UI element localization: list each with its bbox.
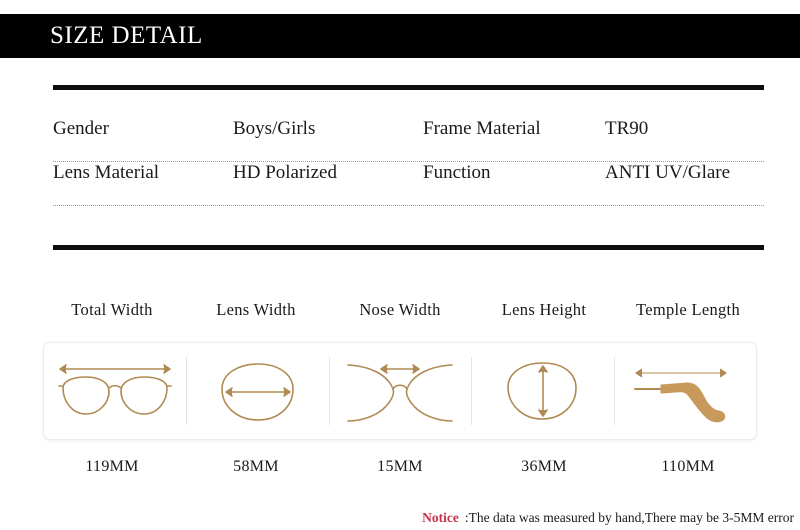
- notice-keyword: Notice: [422, 510, 459, 525]
- table-row: Gender Boys/Girls Frame Material TR90: [53, 118, 764, 162]
- measurement-value-lens-height: 36MM: [521, 458, 567, 475]
- diagram-cell-temple-length: [613, 343, 756, 439]
- spec-value: ANTI UV/Glare: [605, 162, 731, 183]
- spec-table: Gender Boys/Girls Frame Material TR90 Le…: [53, 118, 764, 206]
- measurement-labels-row: Total Width Lens Width Nose Width Lens H…: [40, 300, 760, 320]
- measurement-label-total-width: Total Width: [71, 300, 153, 319]
- measurement-label-nose-width: Nose Width: [359, 300, 441, 319]
- nose-bridge-width-icon: [347, 364, 453, 422]
- measurement-label-lens-width: Lens Width: [216, 300, 296, 319]
- notice: Notice :The data was measured by hand,The…: [422, 510, 794, 526]
- spec-label: Gender: [53, 118, 109, 139]
- spec-label: Frame Material: [423, 118, 541, 139]
- diagram-cell-lens-height: [471, 343, 613, 439]
- lens-height-icon: [507, 362, 578, 420]
- temple-length-icon: [633, 368, 727, 423]
- divider-rule-top: [53, 85, 764, 90]
- spec-value: Boys/Girls: [233, 118, 316, 139]
- measurement-value-nose-width: 15MM: [377, 458, 423, 475]
- spec-label: Lens Material: [53, 162, 160, 183]
- spec-value: TR90: [605, 118, 649, 139]
- measurement-value-total-width: 119MM: [85, 458, 139, 475]
- diagram-cell-nose-width: [328, 343, 471, 439]
- header-band: SIZE DETAIL: [0, 14, 800, 58]
- diagram-cell-total-width: [44, 343, 186, 439]
- measurement-values-row: 119MM 58MM 15MM 36MM 110MM: [40, 458, 760, 476]
- measurement-label-temple-length: Temple Length: [635, 300, 740, 319]
- diagram-cell-lens-width: [186, 343, 328, 439]
- lens-width-icon: [220, 363, 294, 421]
- measurement-value-lens-width: 58MM: [233, 458, 279, 475]
- page-title: SIZE DETAIL: [50, 22, 203, 49]
- divider-rule-middle: [53, 245, 764, 250]
- spec-label: Function: [423, 162, 491, 183]
- measurement-label-lens-height: Lens Height: [501, 300, 587, 319]
- spec-value: HD Polarized: [233, 162, 337, 183]
- measurement-value-temple-length: 110MM: [661, 458, 715, 475]
- diagram-panel: [43, 342, 757, 440]
- table-row: Lens Material HD Polarized Function ANTI…: [53, 162, 764, 206]
- notice-text: :The data was measured by hand,There may…: [464, 510, 794, 525]
- glasses-full-width-icon: [58, 364, 173, 415]
